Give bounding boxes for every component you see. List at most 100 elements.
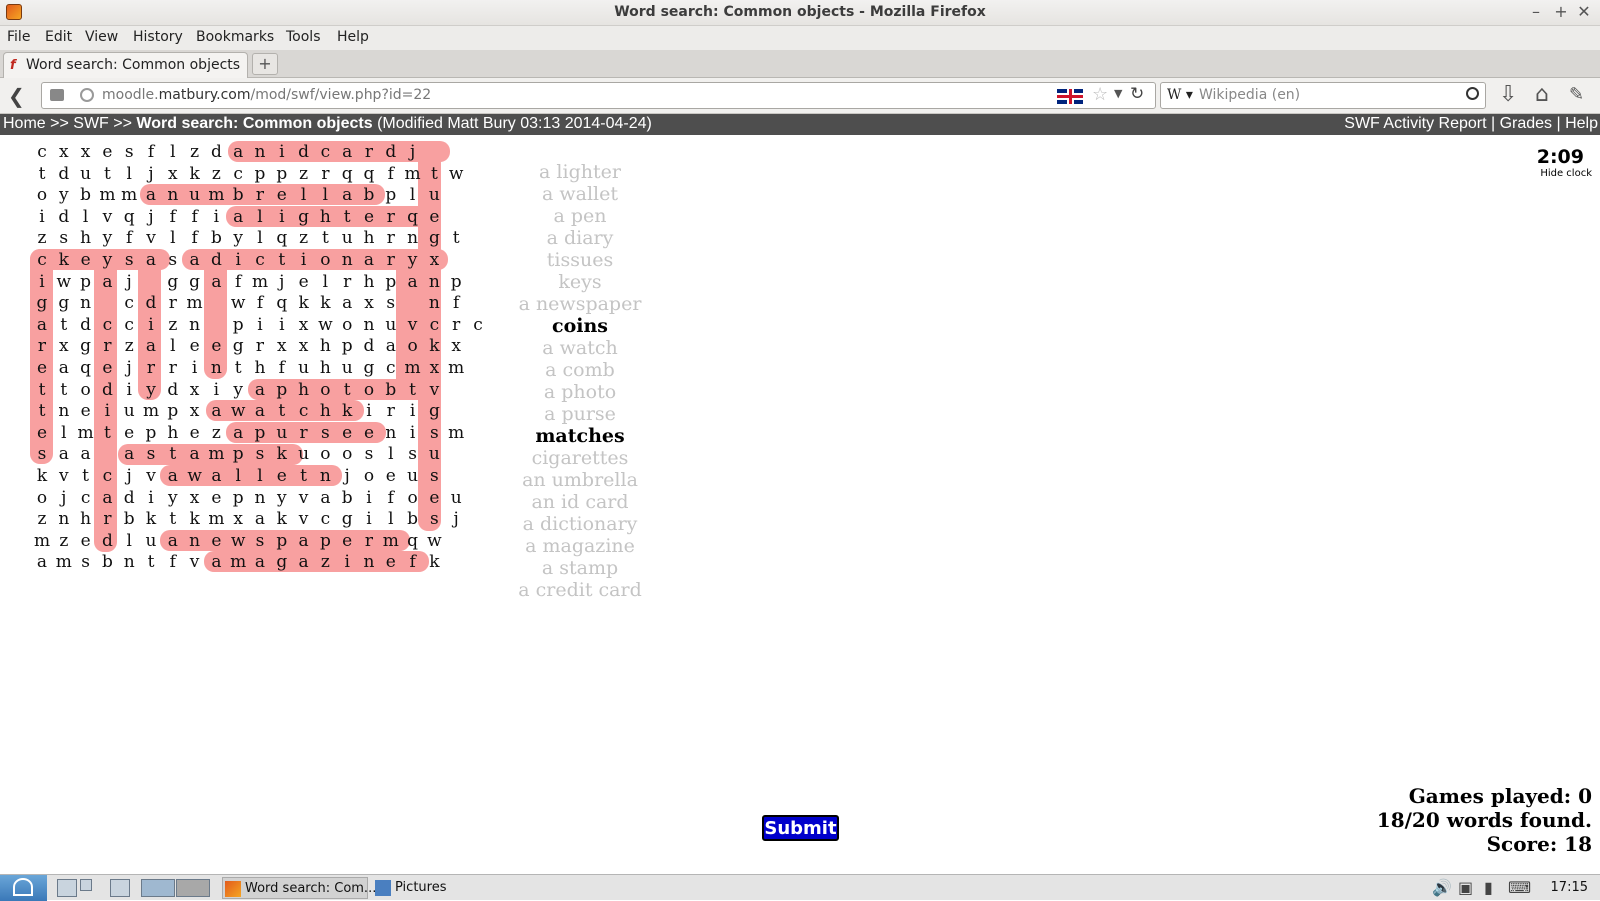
grid-letter[interactable]: q: [75, 357, 97, 379]
grid-letter[interactable]: u: [140, 530, 162, 552]
breadcrumb-swf[interactable]: SWF: [73, 115, 109, 132]
grid-letter[interactable]: a: [162, 465, 184, 487]
grid-letter[interactable]: m: [96, 184, 118, 206]
grid-letter[interactable]: w: [445, 163, 467, 185]
grid-letter[interactable]: i: [140, 314, 162, 336]
grid-letter[interactable]: m: [445, 422, 467, 444]
grid-letter[interactable]: t: [314, 227, 336, 249]
grid-letter[interactable]: s: [31, 443, 53, 465]
grid-letter[interactable]: u: [380, 314, 402, 336]
grid-letter[interactable]: n: [249, 487, 271, 509]
grid-letter[interactable]: y: [271, 487, 293, 509]
grid-letter[interactable]: x: [184, 379, 206, 401]
grid-letter[interactable]: h: [162, 422, 184, 444]
grid-letter[interactable]: r: [162, 357, 184, 379]
grid-letter[interactable]: t: [271, 249, 293, 271]
grid-letter[interactable]: s: [118, 141, 140, 163]
grid-letter[interactable]: a: [314, 487, 336, 509]
grid-letter[interactable]: z: [31, 508, 53, 530]
grid-letter[interactable]: f: [380, 163, 402, 185]
bookmark-star-icon[interactable]: ☆: [1092, 84, 1108, 105]
grid-letter[interactable]: h: [314, 335, 336, 357]
menu-history[interactable]: History: [133, 29, 183, 45]
grid-letter[interactable]: a: [205, 465, 227, 487]
grid-letter[interactable]: u: [423, 443, 445, 465]
grid-letter[interactable]: u: [75, 163, 97, 185]
grid-letter[interactable]: j: [140, 163, 162, 185]
grid-letter[interactable]: x: [293, 335, 315, 357]
grid-letter[interactable]: q: [402, 206, 424, 228]
grid-letter[interactable]: k: [293, 292, 315, 314]
grid-letter[interactable]: x: [53, 335, 75, 357]
grid-letter[interactable]: a: [96, 271, 118, 293]
grid-letter[interactable]: r: [380, 227, 402, 249]
grid-letter[interactable]: m: [249, 271, 271, 293]
workspace-1[interactable]: [141, 879, 175, 897]
grid-letter[interactable]: e: [423, 487, 445, 509]
grid-letter[interactable]: g: [423, 400, 445, 422]
grid-letter[interactable]: a: [249, 508, 271, 530]
grid-letter[interactable]: o: [358, 379, 380, 401]
grid-letter[interactable]: d: [380, 141, 402, 163]
grid-letter[interactable]: l: [118, 163, 140, 185]
grid-letter[interactable]: i: [358, 508, 380, 530]
grid-letter[interactable]: c: [118, 292, 140, 314]
grid-letter[interactable]: a: [249, 551, 271, 573]
grid-letter[interactable]: c: [249, 249, 271, 271]
grid-letter[interactable]: l: [314, 271, 336, 293]
grid-letter[interactable]: g: [31, 292, 53, 314]
menu-bookmarks[interactable]: Bookmarks: [196, 29, 274, 45]
grid-letter[interactable]: f: [402, 551, 424, 573]
grid-letter[interactable]: g: [423, 227, 445, 249]
grid-letter[interactable]: a: [53, 357, 75, 379]
grid-letter[interactable]: p: [271, 530, 293, 552]
grid-letter[interactable]: e: [118, 422, 140, 444]
grid-letter[interactable]: f: [184, 227, 206, 249]
grid-letter[interactable]: k: [423, 335, 445, 357]
search-bar[interactable]: W ▾ Wikipedia (en): [1160, 82, 1486, 109]
grid-letter[interactable]: e: [336, 530, 358, 552]
grid-letter[interactable]: v: [293, 508, 315, 530]
grid-letter[interactable]: e: [423, 206, 445, 228]
grid-letter[interactable]: a: [336, 184, 358, 206]
grid-letter[interactable]: a: [140, 249, 162, 271]
grid-letter[interactable]: d: [293, 141, 315, 163]
grid-letter[interactable]: s: [75, 551, 97, 573]
grid-letter[interactable]: i: [140, 487, 162, 509]
grid-letter[interactable]: l: [380, 443, 402, 465]
grid-letter[interactable]: r: [336, 271, 358, 293]
grid-letter[interactable]: a: [227, 422, 249, 444]
grid-letter[interactable]: l: [227, 465, 249, 487]
grid-letter[interactable]: o: [336, 443, 358, 465]
grid-letter[interactable]: t: [336, 379, 358, 401]
grid-letter[interactable]: b: [380, 379, 402, 401]
menu-file[interactable]: File: [7, 29, 30, 45]
grid-letter[interactable]: n: [336, 249, 358, 271]
grid-letter[interactable]: p: [249, 163, 271, 185]
grid-letter[interactable]: q: [336, 163, 358, 185]
grid-letter[interactable]: n: [249, 141, 271, 163]
grid-letter[interactable]: w: [227, 292, 249, 314]
grid-letter[interactable]: w: [184, 465, 206, 487]
volume-icon[interactable]: 🔊: [1432, 878, 1452, 897]
grid-letter[interactable]: j: [140, 206, 162, 228]
grid-letter[interactable]: n: [162, 184, 184, 206]
grid-letter[interactable]: k: [53, 249, 75, 271]
grid-letter[interactable]: x: [271, 335, 293, 357]
grid-letter[interactable]: e: [358, 206, 380, 228]
grid-letter[interactable]: e: [380, 465, 402, 487]
grid-letter[interactable]: d: [53, 206, 75, 228]
grid-letter[interactable]: i: [271, 314, 293, 336]
grid-letter[interactable]: t: [336, 206, 358, 228]
grid-letter[interactable]: h: [249, 357, 271, 379]
identity-icon[interactable]: [50, 89, 64, 101]
grid-letter[interactable]: d: [358, 335, 380, 357]
grid-letter[interactable]: u: [423, 184, 445, 206]
grid-letter[interactable]: c: [293, 400, 315, 422]
grid-letter[interactable]: z: [293, 227, 315, 249]
grid-letter[interactable]: e: [184, 335, 206, 357]
grid-letter[interactable]: k: [184, 163, 206, 185]
grid-letter[interactable]: b: [118, 508, 140, 530]
grid-letter[interactable]: y: [53, 184, 75, 206]
grid-letter[interactable]: z: [118, 335, 140, 357]
